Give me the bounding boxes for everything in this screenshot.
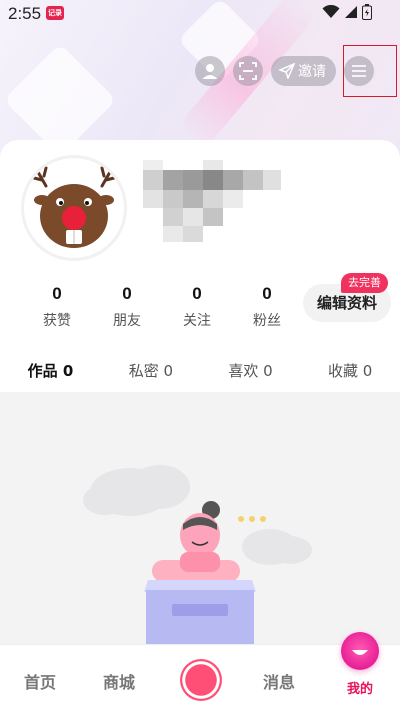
nav-mall[interactable]: 商城 <box>103 669 135 693</box>
stat-number: 0 <box>52 284 62 303</box>
menu-highlight-box <box>343 45 397 97</box>
status-bar: 2:55 记录 <box>0 0 400 28</box>
tab-label: 私密 0 <box>128 362 173 380</box>
smile-icon <box>352 650 368 655</box>
complete-profile-badge: 去完善 <box>341 273 388 293</box>
tab-label: 喜欢 0 <box>228 362 273 380</box>
tab-private[interactable]: 私密 0 <box>123 358 179 392</box>
invite-button[interactable]: 邀请 <box>271 56 336 86</box>
stat-following[interactable]: 0 关注 <box>162 284 232 330</box>
me-tab-icon[interactable] <box>341 632 379 670</box>
status-icons <box>322 4 372 20</box>
nav-home[interactable]: 首页 <box>24 669 56 693</box>
stat-number: 0 <box>262 284 272 303</box>
empty-works-area <box>0 392 400 644</box>
wifi-icon <box>322 5 340 18</box>
invite-label: 邀请 <box>298 64 326 80</box>
tab-label: 作品 0 <box>27 362 74 380</box>
tab-liked[interactable]: 喜欢 0 <box>222 358 278 392</box>
camera-record-button[interactable] <box>180 659 222 701</box>
content-tabs: 作品 0 私密 0 喜欢 0 收藏 0 <box>0 358 400 398</box>
tab-works[interactable]: 作品 0 <box>22 358 80 398</box>
tab-label: 收藏 0 <box>328 362 373 380</box>
stat-friends[interactable]: 0 朋友 <box>92 284 162 330</box>
stat-number: 0 <box>122 284 132 303</box>
stat-followers[interactable]: 0 粉丝 <box>232 284 302 330</box>
nav-me[interactable]: 我的 <box>347 678 373 697</box>
account-button[interactable] <box>195 56 225 86</box>
signal-icon <box>345 6 357 18</box>
profile-stats: 0 获赞 0 朋友 0 关注 0 粉丝 <box>22 284 302 330</box>
stat-label: 关注 <box>183 313 211 329</box>
status-time: 2:55 <box>8 4 42 23</box>
tab-favorites[interactable]: 收藏 0 <box>322 358 378 392</box>
username-pixelated <box>143 160 283 244</box>
nav-messages[interactable]: 消息 <box>263 669 295 693</box>
battery-icon <box>362 4 372 20</box>
reindeer-avatar-image <box>32 166 116 248</box>
paper-plane-icon <box>279 63 295 79</box>
avatar[interactable] <box>24 158 124 258</box>
scan-button[interactable] <box>233 56 263 86</box>
empty-state-illustration <box>83 465 312 644</box>
stat-label: 朋友 <box>113 313 141 329</box>
scan-icon <box>239 62 257 80</box>
app-notification-icon: 记录 <box>46 6 64 20</box>
person-icon <box>202 64 218 79</box>
stat-label: 粉丝 <box>253 313 281 329</box>
stat-label: 获赞 <box>43 313 71 329</box>
stat-likes[interactable]: 0 获赞 <box>22 284 92 330</box>
bottom-navigation: 首页 商城 消息 <box>0 644 400 711</box>
stat-number: 0 <box>192 284 202 303</box>
